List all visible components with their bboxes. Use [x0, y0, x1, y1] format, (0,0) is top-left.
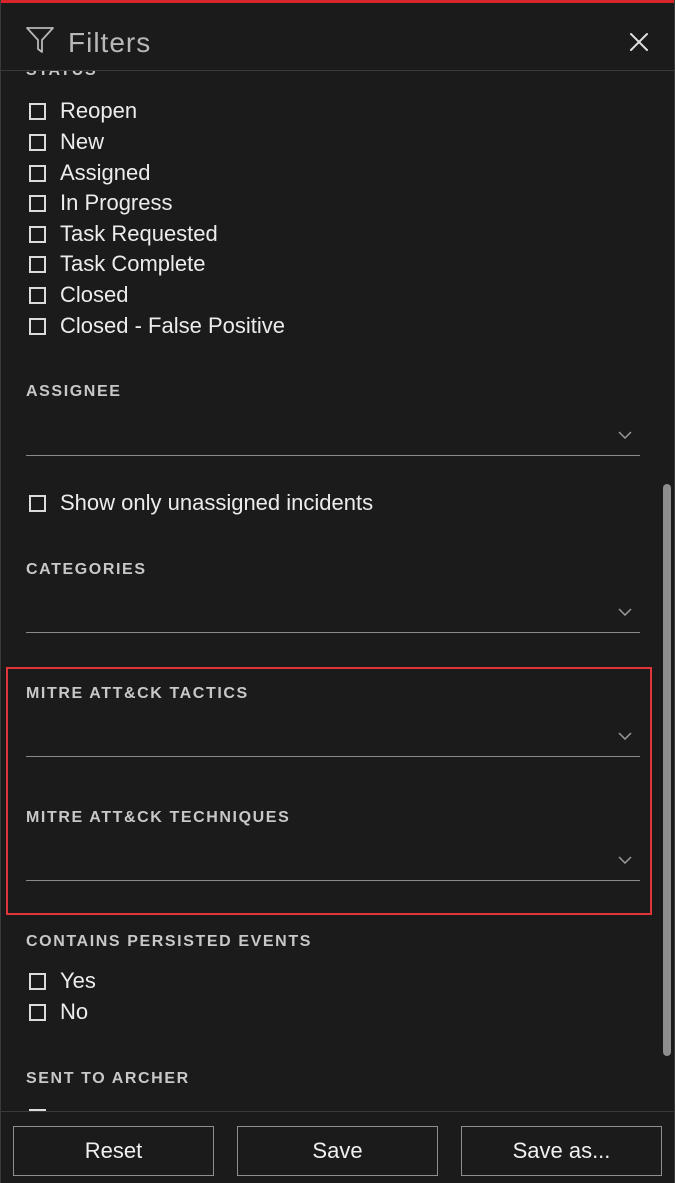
unassigned-label: Show only unassigned incidents: [60, 490, 374, 515]
status-section-label: STATUS: [26, 71, 97, 80]
persisted-option-label: No: [60, 999, 89, 1024]
filter-funnel-icon: [26, 27, 54, 53]
status-checkbox-in-progress[interactable]: In Progress: [29, 190, 173, 216]
checkbox[interactable]: [29, 133, 46, 151]
checkbox[interactable]: [29, 164, 46, 182]
status-checkbox-reopen[interactable]: Reopen: [29, 98, 137, 124]
status-option-label: Closed: [60, 282, 129, 307]
checkbox[interactable]: [29, 194, 46, 212]
status-checkbox-assigned[interactable]: Assigned: [29, 160, 151, 186]
filters-header: Filters: [1, 3, 674, 71]
persisted-events-label: CONTAINS PERSISTED EVENTS: [26, 933, 312, 950]
checkbox[interactable]: [29, 102, 46, 120]
mitre-techniques-dropdown[interactable]: [26, 838, 640, 881]
checkbox[interactable]: [29, 317, 46, 335]
persisted-no-checkbox-row[interactable]: No: [29, 999, 88, 1025]
chevron-down-icon: [618, 856, 632, 864]
scrollbar-track[interactable]: [663, 71, 671, 1111]
reset-button[interactable]: Reset: [13, 1126, 214, 1176]
assignee-section-label: ASSIGNEE: [26, 383, 122, 400]
unassigned-checkbox-row[interactable]: Show only unassigned incidents: [29, 490, 373, 516]
status-option-label: Task Complete: [60, 251, 206, 276]
assignee-dropdown[interactable]: [26, 413, 640, 456]
checkbox[interactable]: [29, 255, 46, 273]
status-checkbox-task-complete[interactable]: Task Complete: [29, 251, 206, 277]
mitre-techniques-label: MITRE ATT&CK TECHNIQUES: [26, 809, 291, 826]
save-as-button[interactable]: Save as...: [461, 1126, 662, 1176]
panel-title: Filters: [68, 27, 152, 58]
status-option-label: Closed - False Positive: [60, 313, 285, 338]
chevron-down-icon: [618, 431, 632, 439]
archer-checkbox-row[interactable]: [29, 1104, 60, 1111]
status-option-label: Reopen: [60, 98, 138, 123]
status-option-label: Task Requested: [60, 221, 218, 246]
close-icon[interactable]: [628, 31, 650, 53]
persisted-option-label: Yes: [60, 968, 96, 993]
categories-section-label: CATEGORIES: [26, 561, 147, 578]
categories-dropdown[interactable]: [26, 590, 640, 633]
checkbox[interactable]: [29, 286, 46, 304]
status-checkbox-task-requested[interactable]: Task Requested: [29, 221, 218, 247]
status-option-label: In Progress: [60, 190, 173, 215]
persisted-yes-checkbox-row[interactable]: Yes: [29, 968, 96, 994]
mitre-tactics-dropdown[interactable]: [26, 714, 640, 757]
status-option-label: Assigned: [60, 160, 151, 185]
status-checkbox-closed[interactable]: Closed: [29, 282, 128, 308]
filters-footer: Reset Save Save as...: [1, 1111, 674, 1183]
checkbox[interactable]: [29, 1003, 46, 1021]
save-button[interactable]: Save: [237, 1126, 438, 1176]
scrollbar-thumb[interactable]: [663, 484, 671, 1056]
checkbox[interactable]: [29, 225, 46, 243]
chevron-down-icon: [618, 608, 632, 616]
status-option-label: New: [60, 129, 105, 154]
status-checkbox-new[interactable]: New: [29, 129, 104, 155]
checkbox[interactable]: [29, 494, 46, 512]
sent-to-archer-label: SENT TO ARCHER: [26, 1070, 190, 1087]
mitre-tactics-label: MITRE ATT&CK TACTICS: [26, 685, 249, 702]
status-checkbox-closed-false-positive[interactable]: Closed - False Positive: [29, 313, 285, 339]
chevron-down-icon: [618, 732, 632, 740]
checkbox[interactable]: [29, 972, 46, 990]
filters-scroll-area[interactable]: STATUS Reopen New Assigned In Progress T…: [1, 71, 661, 1111]
filters-panel: Filters STATUS Reopen New Assigned In P: [0, 0, 675, 1183]
